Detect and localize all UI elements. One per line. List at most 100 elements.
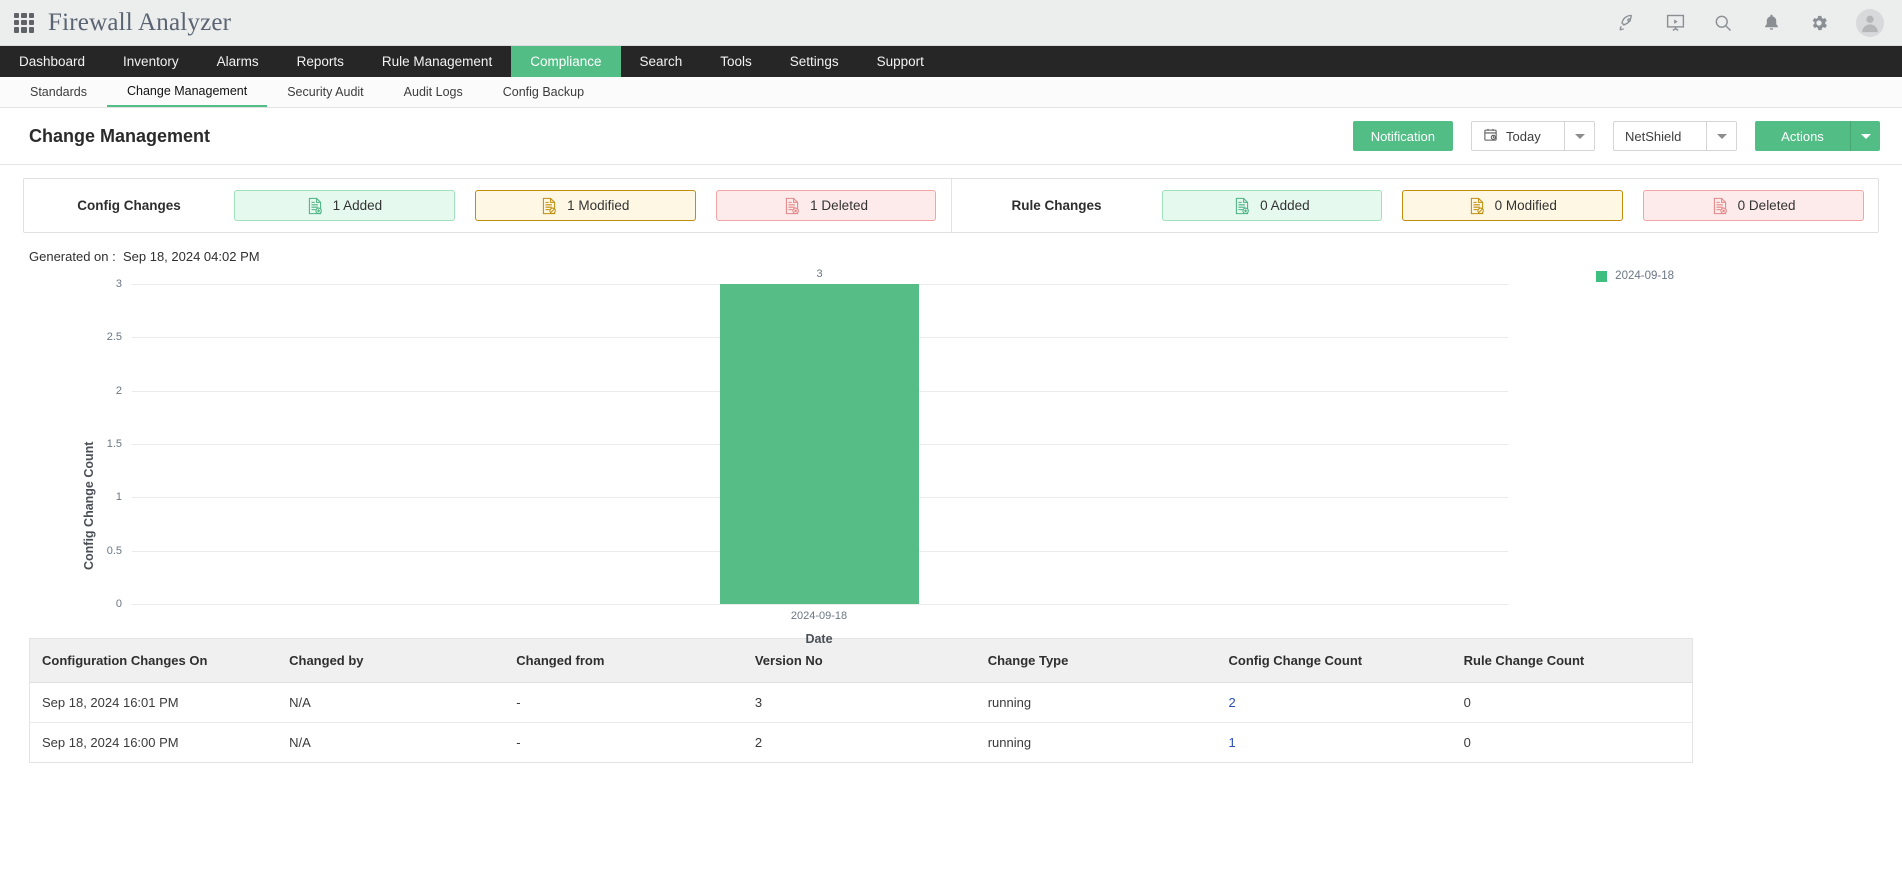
search-icon[interactable]: [1712, 12, 1734, 34]
column-header-changed-by[interactable]: Changed by: [277, 638, 505, 683]
config-change-count-link[interactable]: 1: [1229, 735, 1236, 750]
page-header: Change Management Notification Today Net…: [0, 108, 1902, 165]
rule-deleted-chip[interactable]: 0 Deleted: [1643, 190, 1864, 221]
nav-item-rule-management[interactable]: Rule Management: [363, 46, 511, 77]
document-add-icon: [1234, 197, 1250, 215]
subnav-item-change-management[interactable]: Change Management: [106, 77, 268, 107]
legend-label: 2024-09-18: [1615, 270, 1674, 282]
rule-modified-chip[interactable]: 0 Modified: [1402, 190, 1624, 221]
subnav-item-standards[interactable]: Standards: [10, 77, 107, 107]
summary-card: Config Changes 1 Added 1 Modified 1 Dele…: [23, 178, 1879, 233]
column-header-rule-change-count[interactable]: Rule Change Count: [1451, 638, 1693, 683]
column-header-change-type[interactable]: Change Type: [975, 638, 1217, 683]
config-change-chart: Config Change Count 2024-09-18 3 2.5 2 1…: [0, 268, 1902, 646]
rule-changes-chips: 0 Added 0 Modified 0 Deleted: [1161, 190, 1879, 221]
page-header-controls: Notification Today NetShield Actions: [1352, 121, 1880, 151]
column-header-changed-from[interactable]: Changed from: [504, 638, 743, 683]
bar-2024-09-18[interactable]: 3: [720, 268, 919, 604]
avatar[interactable]: [1856, 8, 1884, 37]
column-header-changes-on[interactable]: Configuration Changes On: [29, 638, 278, 683]
nav-item-inventory[interactable]: Inventory: [104, 46, 198, 77]
cell-rule-change-count: 0: [1451, 722, 1693, 763]
document-delete-icon: [1712, 197, 1728, 215]
chart-y-axis-label: Config Change Count: [82, 441, 96, 570]
subnav-item-audit-logs[interactable]: Audit Logs: [384, 77, 483, 107]
subnav-item-config-backup[interactable]: Config Backup: [483, 77, 604, 107]
chart-plot-area: 3 2.5 2 1.5 1 0.5 0 3 2024-09-18 Date: [107, 268, 1508, 646]
config-added-chip[interactable]: 1 Added: [234, 190, 455, 221]
nav-item-reports[interactable]: Reports: [278, 46, 363, 77]
column-header-config-change-count[interactable]: Config Change Count: [1216, 638, 1452, 683]
nav-item-support[interactable]: Support: [858, 46, 943, 77]
actions-dropdown-button[interactable]: Actions: [1755, 121, 1880, 151]
cell-changed-by: N/A: [277, 722, 505, 763]
legend-swatch-icon: [1596, 270, 1608, 282]
subnav-item-security-audit[interactable]: Security Audit: [267, 77, 383, 107]
nav-item-search[interactable]: Search: [621, 46, 702, 77]
nav-item-settings[interactable]: Settings: [771, 46, 858, 77]
device-filter-chevron-down-icon[interactable]: [1706, 122, 1736, 150]
config-deleted-label: 1 Deleted: [810, 198, 868, 213]
rule-changes-group: Rule Changes 0 Added 0 Modified 0 Delete…: [950, 179, 1879, 232]
document-edit-icon: [541, 197, 557, 215]
y-tick-label: 0.5: [106, 545, 122, 557]
config-deleted-chip[interactable]: 1 Deleted: [715, 190, 937, 221]
config-modified-chip[interactable]: 1 Modified: [474, 190, 696, 221]
notification-button[interactable]: Notification: [1352, 121, 1453, 151]
presentation-icon[interactable]: [1664, 12, 1686, 34]
bell-icon[interactable]: [1760, 12, 1782, 34]
bar-value-label: 3: [816, 268, 823, 280]
rocket-icon[interactable]: [1616, 12, 1638, 34]
actions-button-label[interactable]: Actions: [1755, 121, 1850, 151]
document-delete-icon: [784, 197, 800, 215]
date-filter-chevron-down-icon[interactable]: [1564, 122, 1594, 150]
actions-chevron-down-icon[interactable]: [1850, 121, 1880, 151]
rule-added-chip[interactable]: 0 Added: [1161, 190, 1383, 221]
calendar-icon: [1483, 127, 1498, 145]
cell-changed-from: -: [504, 722, 743, 763]
rule-deleted-label: 0 Deleted: [1737, 198, 1796, 213]
nav-item-tools[interactable]: Tools: [701, 46, 771, 77]
chart-legend: 2024-09-18: [1596, 270, 1674, 282]
nav-item-compliance[interactable]: Compliance: [511, 46, 621, 77]
table-body: Sep 18, 2024 16:01 PM N/A - 3 running 2 …: [29, 682, 1693, 763]
nav-item-alarms[interactable]: Alarms: [198, 46, 278, 77]
device-filter-dropdown[interactable]: NetShield: [1613, 121, 1737, 151]
cell-changes-on: Sep 18, 2024 16:00 PM: [29, 722, 278, 763]
config-change-count-link[interactable]: 2: [1229, 695, 1236, 710]
y-tick-label: 3: [115, 278, 122, 290]
generated-on-value: Sep 18, 2024 04:02 PM: [122, 249, 260, 264]
cell-config-change-count: 2: [1216, 682, 1452, 723]
nav-item-dashboard[interactable]: Dashboard: [0, 46, 104, 77]
table-header-row: Configuration Changes On Changed by Chan…: [29, 638, 1693, 683]
y-tick-label: 0: [115, 598, 122, 610]
cell-rule-change-count: 0: [1451, 682, 1693, 723]
cell-changes-on: Sep 18, 2024 16:01 PM: [29, 682, 278, 723]
gridline: 0: [116, 598, 1508, 610]
config-changes-group: Config Changes 1 Added 1 Modified 1 Dele…: [24, 179, 951, 232]
main-navigation: Dashboard Inventory Alarms Reports Rule …: [0, 46, 1902, 77]
date-filter-value-wrap[interactable]: Today: [1472, 122, 1564, 150]
device-filter-value: NetShield: [1625, 128, 1682, 144]
gear-icon[interactable]: [1808, 12, 1830, 34]
cell-change-type: running: [975, 722, 1217, 763]
date-filter-value: Today: [1506, 128, 1541, 144]
x-tick-label: 2024-09-18: [790, 610, 848, 622]
table-row[interactable]: Sep 18, 2024 16:01 PM N/A - 3 running 2 …: [29, 682, 1693, 723]
cell-change-type: running: [975, 682, 1217, 723]
top-bar: Firewall Analyzer: [0, 0, 1902, 46]
y-tick-label: 1.5: [106, 438, 122, 450]
column-header-version-no[interactable]: Version No: [742, 638, 976, 683]
chart-x-axis-label: Date: [805, 632, 833, 646]
table-header: Configuration Changes On Changed by Chan…: [29, 638, 1693, 683]
config-changes-chips: 1 Added 1 Modified 1 Deleted: [234, 190, 951, 221]
config-changes-label: Config Changes: [77, 198, 181, 213]
generated-on: Generated on : Sep 18, 2024 04:02 PM: [0, 233, 1902, 264]
rule-added-label: 0 Added: [1260, 198, 1310, 213]
device-filter-value-wrap[interactable]: NetShield: [1614, 122, 1706, 150]
date-filter-dropdown[interactable]: Today: [1471, 121, 1595, 151]
table-row[interactable]: Sep 18, 2024 16:00 PM N/A - 2 running 1 …: [29, 722, 1693, 763]
cell-config-change-count: 1: [1216, 722, 1452, 763]
top-bar-actions: [1616, 8, 1884, 37]
grid-menu-icon[interactable]: [14, 12, 34, 33]
